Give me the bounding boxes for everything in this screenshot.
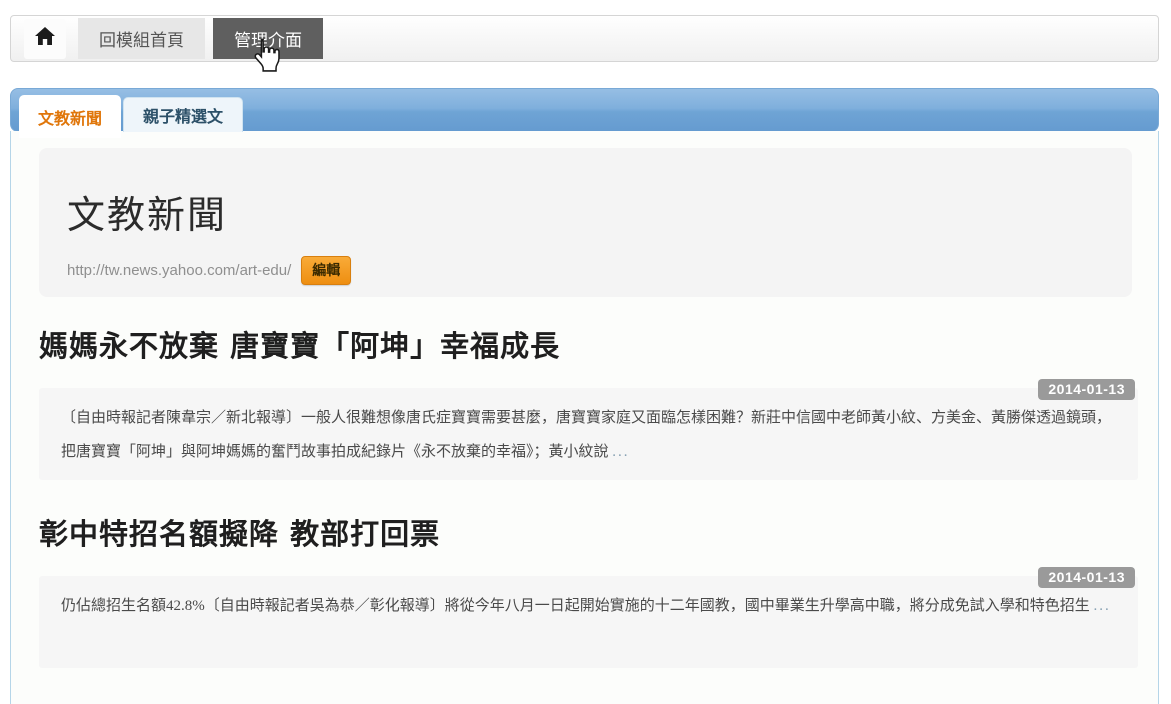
edit-button[interactable]: 編輯: [301, 256, 351, 285]
article-excerpt-box: 2014-01-13 仍佔總招生名額42.8%〔自由時報記者吳為恭／彰化報導〕將…: [39, 576, 1138, 668]
excerpt-text: 仍佔總招生名額42.8%〔自由時報記者吳為恭／彰化報導〕將從今年八月一日起開始實…: [61, 598, 1090, 614]
feed-meta-row: http://tw.news.yahoo.com/art-edu/ 編輯: [67, 256, 1104, 285]
tab-edu-news[interactable]: 文教新聞: [19, 95, 121, 138]
tabbar-background: 文教新聞 親子精選文: [10, 88, 1159, 132]
feed-title: 文教新聞: [67, 184, 1104, 239]
more-ellipsis[interactable]: ...: [1094, 598, 1111, 614]
feed-url: http://tw.news.yahoo.com/art-edu/: [67, 262, 291, 279]
article-title[interactable]: 媽媽永不放棄 唐寶寶「阿坤」幸福成長: [39, 323, 1132, 365]
date-badge: 2014-01-13: [1038, 379, 1135, 400]
tab-content-panel: 文教新聞 http://tw.news.yahoo.com/art-edu/ 編…: [10, 131, 1159, 704]
tab-label: 文教新聞: [38, 105, 102, 129]
top-navbar: 回模組首頁 管理介面: [10, 15, 1159, 62]
feed-header-box: 文教新聞 http://tw.news.yahoo.com/art-edu/ 編…: [39, 148, 1132, 297]
admin-interface-button[interactable]: 管理介面: [213, 18, 323, 59]
excerpt-text: 〔自由時報記者陳韋宗／新北報導〕一般人很難想像唐氏症寶寶需要甚麼，唐寶寶家庭又面…: [61, 410, 1111, 460]
tab-strip: 文教新聞 親子精選文: [10, 88, 1159, 132]
back-to-module-home-button[interactable]: 回模組首頁: [78, 18, 205, 59]
page: 回模組首頁 管理介面 文教新聞 親子精選文 文教新聞 http://tw.new…: [0, 0, 1171, 704]
tab-parenting-picks[interactable]: 親子精選文: [123, 97, 243, 132]
article-excerpt: 〔自由時報記者陳韋宗／新北報導〕一般人很難想像唐氏症寶寶需要甚麼，唐寶寶家庭又面…: [61, 401, 1116, 469]
home-icon: [34, 26, 56, 51]
article-excerpt-box: 2014-01-13 〔自由時報記者陳韋宗／新北報導〕一般人很難想像唐氏症寶寶需…: [39, 388, 1138, 480]
date-badge: 2014-01-13: [1038, 567, 1135, 588]
more-ellipsis[interactable]: ...: [612, 444, 629, 460]
article-excerpt: 仍佔總招生名額42.8%〔自由時報記者吳為恭／彰化報導〕將從今年八月一日起開始實…: [61, 589, 1116, 623]
home-button[interactable]: [24, 19, 66, 59]
tab-label: 親子精選文: [143, 103, 223, 127]
article-title[interactable]: 彰中特招名額擬降 教部打回票: [39, 511, 1132, 553]
